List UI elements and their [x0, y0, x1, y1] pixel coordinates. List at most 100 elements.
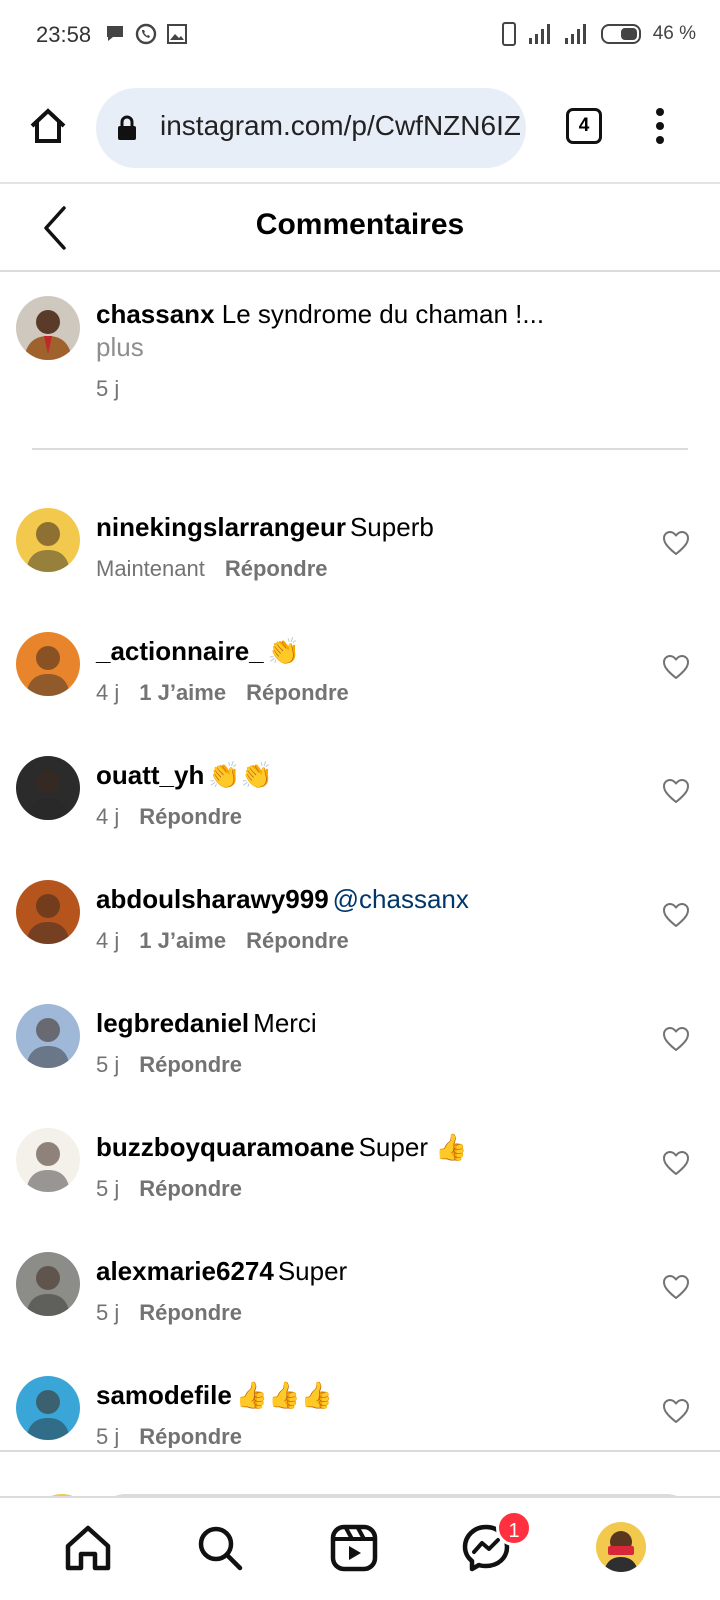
comments-header: Commentaires: [0, 184, 720, 272]
more-link[interactable]: plus: [96, 332, 144, 363]
system-icons: 46 %: [501, 22, 696, 46]
heart-icon[interactable]: [662, 902, 690, 928]
comment-meta: 4 j 1 J’aime Répondre: [96, 680, 369, 706]
lock-icon: [118, 115, 136, 140]
divider: [32, 448, 688, 450]
profile-avatar[interactable]: [596, 1522, 646, 1572]
comment-text-line: ninekingslarrangeur Superb: [96, 510, 434, 544]
comment-mention[interactable]: @chassanx: [333, 884, 469, 914]
comment-text-line: ouatt_yh 👏👏: [96, 758, 273, 792]
comment-username[interactable]: samodefile: [96, 1380, 232, 1410]
heart-icon[interactable]: [662, 1150, 690, 1176]
comment-text-line: legbredaniel Merci: [96, 1006, 317, 1040]
heart-icon[interactable]: [662, 1398, 690, 1424]
caption-timestamp: 5 j: [96, 376, 120, 401]
reply-button[interactable]: Répondre: [139, 1176, 242, 1201]
heart-icon[interactable]: [662, 1274, 690, 1300]
reply-button[interactable]: Répondre: [139, 1300, 242, 1325]
avatar[interactable]: [16, 880, 80, 944]
avatar[interactable]: [16, 296, 80, 360]
caption-username[interactable]: chassanx: [96, 299, 215, 329]
search-icon[interactable]: [194, 1522, 246, 1574]
comment-timestamp: 5 j: [96, 1176, 120, 1201]
reply-button[interactable]: Répondre: [139, 1052, 242, 1077]
comment-row: abdoulsharawy999 @chassanx 4 j 1 J’aime Répo…: [0, 842, 720, 966]
avatar[interactable]: [16, 1252, 80, 1316]
comment-meta: 4 j 1 J’aime Répondre: [96, 928, 369, 954]
comment-username[interactable]: alexmarie6274: [96, 1256, 274, 1286]
post-caption: chassanx Le syndrome du chaman !... plus…: [0, 272, 720, 450]
comment-input-bar: [0, 1450, 720, 1496]
comment-row: buzzboyquaramoane Super 👍 5 j Répondre: [0, 1090, 720, 1214]
comment-body: 👍👍👍: [235, 1380, 333, 1410]
status-time: 23:58: [36, 22, 92, 47]
comment-meta: 4 j Répondre: [96, 804, 262, 830]
comment-username[interactable]: abdoulsharawy999: [96, 884, 329, 914]
comment-timestamp: 4 j: [96, 680, 120, 705]
reply-button[interactable]: Répondre: [139, 804, 242, 829]
heart-icon[interactable]: [662, 654, 690, 680]
avatar[interactable]: [16, 1004, 80, 1068]
heart-icon[interactable]: [662, 778, 690, 804]
reels-icon[interactable]: [328, 1522, 380, 1574]
phone-icon: [501, 22, 516, 46]
reply-button[interactable]: Répondre: [246, 680, 349, 705]
avatar[interactable]: [16, 508, 80, 572]
comment-timestamp: 5 j: [96, 1052, 120, 1077]
comment-username[interactable]: ninekingslarrangeur: [96, 512, 346, 542]
comment-row: legbredaniel Merci 5 j Répondre: [0, 966, 720, 1090]
comment-timestamp: 5 j: [96, 1300, 120, 1325]
home-icon[interactable]: [62, 1522, 114, 1574]
comment-row: ouatt_yh 👏👏 4 j Répondre: [0, 718, 720, 842]
notification-badge: 1: [496, 1510, 532, 1546]
comment-timestamp: 4 j: [96, 804, 120, 829]
url-text[interactable]: instagram.com/p/CwfNZN6IZ: [160, 110, 520, 142]
more-vert-icon[interactable]: [648, 104, 672, 148]
heart-icon[interactable]: [662, 530, 690, 556]
avatar[interactable]: [16, 1128, 80, 1192]
comment-like-count[interactable]: 1 J’aime: [139, 680, 226, 705]
avatar[interactable]: [16, 632, 80, 696]
comment-text-line: samodefile 👍👍👍: [96, 1378, 333, 1412]
reply-button[interactable]: Répondre: [225, 556, 328, 581]
comment-timestamp: 4 j: [96, 928, 120, 953]
image-icon: [167, 24, 187, 44]
comment-meta: 5 j Répondre: [96, 1424, 262, 1448]
status-bar: 23:58 46 %: [0, 0, 720, 72]
comment-timestamp: 5 j: [96, 1424, 120, 1448]
avatar[interactable]: [16, 756, 80, 820]
comment-row: samodefile 👍👍👍 5 j Répondre: [0, 1338, 720, 1448]
comment-body: 👏👏: [208, 760, 274, 790]
comment-body: Merci: [253, 1008, 317, 1038]
battery-icon: [600, 24, 641, 44]
comment-body: Superb: [349, 512, 434, 542]
comment-meta: 5 j Répondre: [96, 1176, 262, 1202]
comment-meta: 5 j Répondre: [96, 1052, 262, 1078]
browser-toolbar: instagram.com/p/CwfNZN6IZ 4: [0, 84, 720, 168]
whatsapp-icon: [135, 23, 157, 45]
signal-icon: [528, 24, 550, 44]
comment-timestamp: Maintenant: [96, 556, 205, 581]
comment-list: ninekingslarrangeur Superb Maintenant Répon…: [0, 470, 720, 1448]
comment-text-line: buzzboyquaramoane Super 👍: [96, 1130, 468, 1164]
comment-username[interactable]: ouatt_yh: [96, 760, 204, 790]
caption-text: chassanx Le syndrome du chaman !...: [96, 296, 686, 332]
comment-username[interactable]: _actionnaire_: [96, 636, 264, 666]
comment-like-count[interactable]: 1 J’aime: [139, 928, 226, 953]
address-bar[interactable]: instagram.com/p/CwfNZN6IZ: [96, 88, 526, 168]
comment-row: alexmarie6274 Super 5 j Répondre: [0, 1214, 720, 1338]
comment-body: Super 👍: [358, 1132, 468, 1162]
reply-button[interactable]: Répondre: [246, 928, 349, 953]
tab-switcher-button[interactable]: 4: [566, 108, 602, 144]
home-icon[interactable]: [26, 104, 70, 148]
reply-button[interactable]: Répondre: [139, 1424, 242, 1448]
comment-text-line: _actionnaire_ 👏: [96, 634, 300, 668]
caption-body: Le syndrome du chaman !...: [221, 299, 545, 329]
message-icon: [107, 26, 123, 41]
avatar[interactable]: [16, 1376, 80, 1440]
comment-row: ninekingslarrangeur Superb Maintenant Répon…: [0, 470, 720, 594]
comment-text-line: alexmarie6274 Super: [96, 1254, 347, 1288]
heart-icon[interactable]: [662, 1026, 690, 1052]
comment-username[interactable]: legbredaniel: [96, 1008, 249, 1038]
comment-username[interactable]: buzzboyquaramoane: [96, 1132, 355, 1162]
